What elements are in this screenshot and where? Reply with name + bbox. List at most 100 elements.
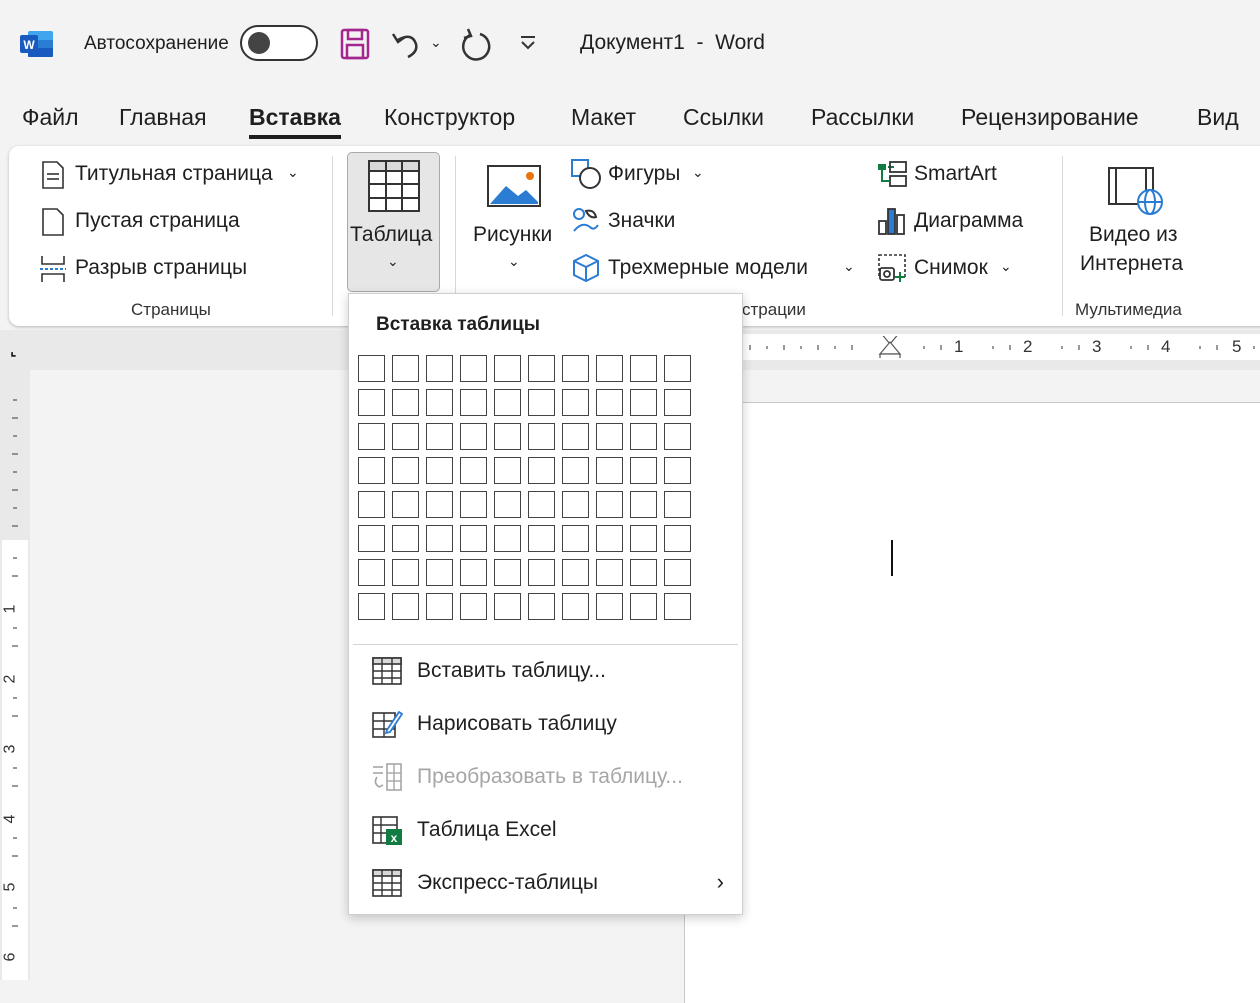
customize-quick-access-icon[interactable] — [518, 33, 538, 53]
table-grid-cell[interactable] — [392, 491, 419, 518]
table-grid-cell[interactable] — [596, 559, 623, 586]
table-grid-cell[interactable] — [528, 355, 555, 382]
table-grid-cell[interactable] — [460, 559, 487, 586]
table-grid-cell[interactable] — [392, 355, 419, 382]
table-grid-cell[interactable] — [630, 389, 657, 416]
table-grid-cell[interactable] — [426, 525, 453, 552]
icons-button[interactable]: Значки — [608, 209, 675, 233]
document-page[interactable] — [684, 402, 1260, 1003]
table-grid-cell[interactable] — [528, 491, 555, 518]
table-grid-cell[interactable] — [562, 491, 589, 518]
tab-mailings[interactable]: Рассылки — [811, 104, 914, 131]
table-grid-cell[interactable] — [664, 457, 691, 484]
table-grid-cell[interactable] — [358, 457, 385, 484]
table-grid-cell[interactable] — [562, 355, 589, 382]
table-grid-cell[interactable] — [630, 423, 657, 450]
table-grid-cell[interactable] — [358, 355, 385, 382]
table-grid-cell[interactable] — [460, 457, 487, 484]
redo-icon[interactable] — [458, 26, 494, 62]
cover-page-chevron-icon[interactable]: ⌄ — [287, 164, 299, 181]
table-grid-cell[interactable] — [358, 525, 385, 552]
table-grid-cell[interactable] — [358, 423, 385, 450]
table-grid-cell[interactable] — [664, 559, 691, 586]
table-grid-cell[interactable] — [528, 389, 555, 416]
table-grid-cell[interactable] — [664, 491, 691, 518]
table-grid-cell[interactable] — [426, 559, 453, 586]
online-video-label-line1[interactable]: Видео из — [1089, 223, 1178, 247]
table-grid-cell[interactable] — [392, 389, 419, 416]
table-grid-cell[interactable] — [630, 559, 657, 586]
screenshot-chevron-icon[interactable]: ⌄ — [1000, 258, 1012, 275]
excel-table-menu-item[interactable]: x Таблица Excel — [349, 808, 742, 854]
save-icon[interactable] — [338, 26, 374, 62]
table-grid-cell[interactable] — [426, 593, 453, 620]
table-grid-cell[interactable] — [596, 389, 623, 416]
table-grid-cell[interactable] — [358, 389, 385, 416]
table-grid-cell[interactable] — [528, 525, 555, 552]
table-grid-cell[interactable] — [528, 423, 555, 450]
table-grid-cell[interactable] — [358, 491, 385, 518]
table-grid-cell[interactable] — [426, 457, 453, 484]
table-grid-cell[interactable] — [426, 423, 453, 450]
table-grid-cell[interactable] — [460, 423, 487, 450]
table-grid-cell[interactable] — [528, 457, 555, 484]
tab-file[interactable]: Файл — [22, 104, 79, 131]
table-grid-cell[interactable] — [460, 389, 487, 416]
3d-models-chevron-icon[interactable]: ⌄ — [843, 258, 855, 275]
online-video-label-line2[interactable]: Интернета — [1080, 252, 1183, 276]
tab-view[interactable]: Вид — [1197, 104, 1239, 131]
shapes-chevron-icon[interactable]: ⌄ — [692, 164, 704, 181]
table-grid-cell[interactable] — [562, 457, 589, 484]
table-grid-cell[interactable] — [494, 355, 521, 382]
pictures-chevron-icon[interactable]: ⌄ — [508, 253, 520, 270]
table-grid-cell[interactable] — [392, 559, 419, 586]
table-grid-cell[interactable] — [664, 423, 691, 450]
table-grid-cell[interactable] — [494, 423, 521, 450]
table-grid-cell[interactable] — [664, 593, 691, 620]
undo-dropdown-chevron-icon[interactable]: ⌄ — [430, 34, 442, 51]
pictures-button[interactable]: Рисунки — [473, 223, 552, 247]
table-grid-cell[interactable] — [494, 525, 521, 552]
shapes-button[interactable]: Фигуры — [608, 162, 680, 186]
table-grid-cell[interactable] — [392, 457, 419, 484]
table-grid-cell[interactable] — [630, 593, 657, 620]
table-grid-cell[interactable] — [494, 559, 521, 586]
table-grid-cell[interactable] — [392, 423, 419, 450]
table-grid-cell[interactable] — [562, 525, 589, 552]
chart-button[interactable]: Диаграмма — [914, 209, 1023, 233]
table-size-grid[interactable] — [358, 355, 694, 625]
table-grid-cell[interactable] — [528, 559, 555, 586]
table-grid-cell[interactable] — [596, 423, 623, 450]
table-grid-cell[interactable] — [664, 525, 691, 552]
undo-icon[interactable] — [388, 26, 424, 62]
tab-insert[interactable]: Вставка — [249, 104, 341, 139]
tab-references[interactable]: Ссылки — [683, 104, 764, 131]
table-grid-cell[interactable] — [460, 355, 487, 382]
table-grid-cell[interactable] — [630, 491, 657, 518]
table-grid-cell[interactable] — [562, 559, 589, 586]
table-grid-cell[interactable] — [562, 593, 589, 620]
table-grid-cell[interactable] — [494, 593, 521, 620]
table-grid-cell[interactable] — [562, 423, 589, 450]
autosave-toggle[interactable] — [240, 25, 318, 61]
tab-home[interactable]: Главная — [119, 104, 207, 131]
blank-page-button[interactable]: Пустая страница — [75, 209, 240, 233]
draw-table-menu-item[interactable]: Нарисовать таблицу — [349, 702, 742, 748]
table-grid-cell[interactable] — [596, 491, 623, 518]
table-grid-cell[interactable] — [664, 355, 691, 382]
table-grid-cell[interactable] — [596, 593, 623, 620]
table-grid-cell[interactable] — [460, 593, 487, 620]
table-grid-cell[interactable] — [630, 355, 657, 382]
table-grid-cell[interactable] — [596, 355, 623, 382]
tab-design[interactable]: Конструктор — [384, 104, 515, 131]
screenshot-button[interactable]: Снимок — [914, 256, 988, 280]
table-grid-cell[interactable] — [664, 389, 691, 416]
table-grid-cell[interactable] — [596, 525, 623, 552]
smartart-button[interactable]: SmartArt — [914, 162, 997, 186]
table-grid-cell[interactable] — [630, 457, 657, 484]
table-grid-cell[interactable] — [426, 355, 453, 382]
tab-layout[interactable]: Макет — [571, 104, 636, 131]
table-grid-cell[interactable] — [494, 389, 521, 416]
table-grid-cell[interactable] — [426, 491, 453, 518]
table-grid-cell[interactable] — [358, 559, 385, 586]
